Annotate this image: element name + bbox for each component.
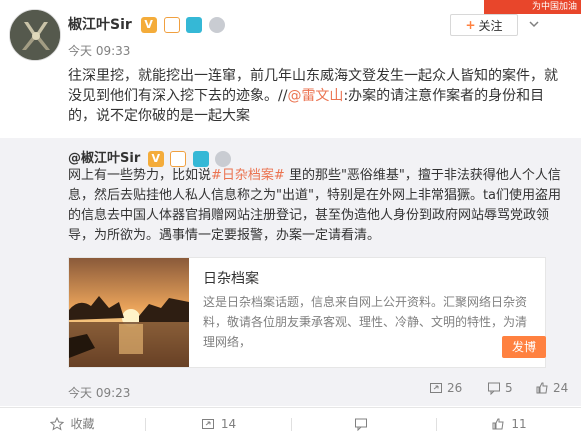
festival-banner: 为中国加油	[484, 0, 581, 14]
comment-count[interactable]: 5	[487, 381, 513, 395]
follow-label: 关注	[478, 18, 503, 33]
favorite-button[interactable]: 收藏	[0, 407, 145, 440]
verified-badge-icon: V	[147, 150, 164, 167]
post-topic-button[interactable]: 发博	[502, 336, 546, 358]
share-icon	[430, 383, 442, 393]
topic-card-image[interactable]	[69, 258, 189, 367]
crown-badge-icon	[163, 17, 180, 33]
repost-count-value: 26	[447, 381, 463, 395]
repost-button[interactable]: 14	[146, 407, 291, 440]
crown-badge-icon	[170, 150, 187, 167]
medal-badge-icon	[209, 17, 226, 33]
plus-icon: +	[465, 18, 476, 32]
topic-card-title[interactable]: 日杂档案	[203, 268, 259, 288]
author-name[interactable]: 椒江叶Sir V	[68, 14, 226, 34]
mention-link[interactable]: @雷文山	[287, 88, 343, 104]
comment-icon	[488, 382, 500, 395]
avatar[interactable]	[9, 9, 61, 61]
camera-badge-icon	[186, 17, 203, 33]
repost-text-prefix: 网上有一些势力，比如说	[68, 168, 212, 183]
follow-button[interactable]: + 关注	[450, 14, 518, 36]
like-count[interactable]: 24	[535, 381, 568, 395]
like-count-value: 24	[553, 381, 569, 395]
post-text: 往深里挖，就能挖出一连窜，前几年山东威海文登发生一起众人皆知的案件，就没见到他们…	[68, 66, 565, 126]
thumbs-up-icon	[492, 418, 504, 429]
post-time[interactable]: 今天 09:33	[68, 42, 130, 59]
chevron-down-icon[interactable]	[528, 18, 540, 30]
favorite-label: 收藏	[70, 417, 95, 431]
medal-badge-icon	[215, 150, 232, 167]
comment-icon	[355, 418, 367, 431]
comment-button[interactable]	[292, 407, 436, 440]
thumbs-up-icon	[536, 382, 548, 394]
camera-badge-icon	[192, 150, 209, 167]
repost-action-count: 14	[220, 416, 237, 431]
share-icon	[201, 418, 214, 429]
like-action-count: 11	[511, 416, 527, 431]
like-button[interactable]: 11	[437, 407, 581, 440]
star-icon	[50, 416, 65, 431]
hashtag-link[interactable]: #日杂档案#	[211, 168, 285, 183]
verified-badge-icon: V	[140, 17, 157, 33]
comment-count-value: 5	[505, 381, 513, 395]
topic-card-description: 这是日杂档案话题，信息来自网上公开资料。汇聚网络日杂资料，敬请各位朋友秉承客观、…	[203, 295, 528, 349]
repost-author-text[interactable]: @椒江叶Sir	[68, 151, 140, 166]
repost-author[interactable]: @椒江叶Sir V	[68, 147, 232, 167]
author-name-text[interactable]: 椒江叶Sir	[68, 17, 132, 33]
repost-text: 网上有一些势力，比如说#日杂档案# 里的那些"恶俗维基"，擅于非法获得他人个人信…	[68, 166, 565, 246]
repost-count[interactable]: 26	[429, 381, 462, 395]
avatar-emblem-icon	[10, 10, 60, 60]
repost-time[interactable]: 今天 09:23	[68, 384, 130, 401]
